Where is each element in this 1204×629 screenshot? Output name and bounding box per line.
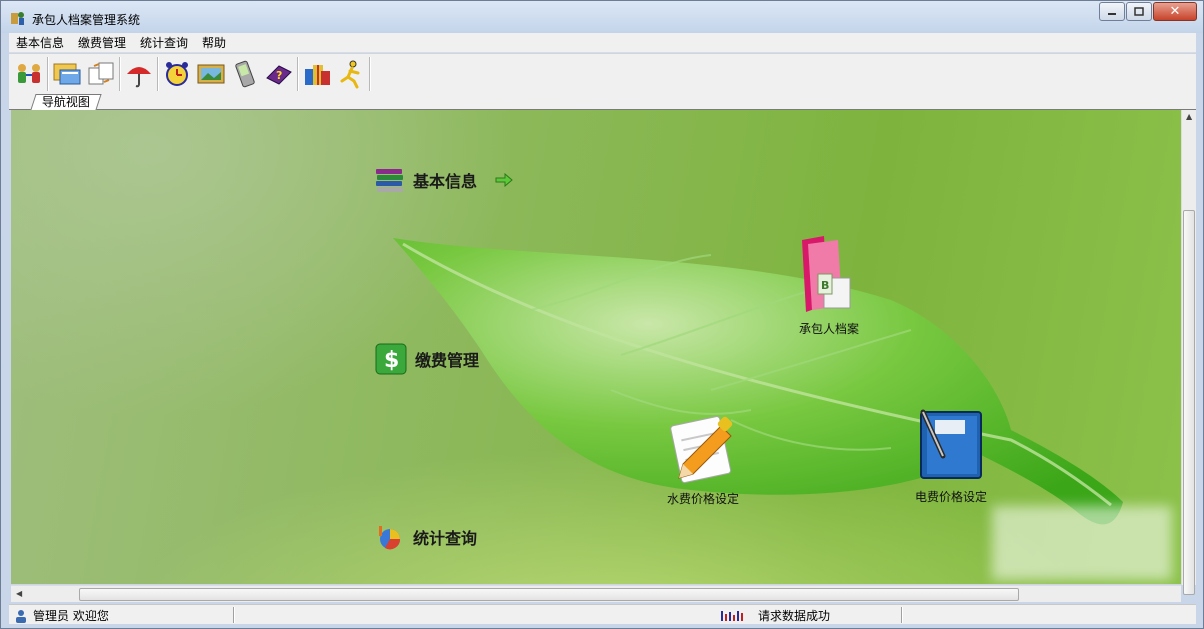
svg-text:B: B (821, 279, 829, 292)
nav-card-contractor-files[interactable]: B 承包人档案 (794, 234, 864, 337)
nav-section-basic-info[interactable]: 基本信息 (375, 166, 515, 194)
vertical-scroll-thumb[interactable] (1183, 210, 1195, 595)
maximize-button[interactable] (1126, 2, 1152, 21)
handheld-device-icon (235, 60, 255, 88)
title-bar[interactable]: 承包人档案管理系统 ✕ (1, 1, 1203, 33)
gift-boxes-icon (305, 65, 330, 85)
toolbar-separator (297, 57, 299, 91)
glare-overlay (992, 506, 1172, 580)
status-message-text: 请求数据成功 (758, 609, 831, 623)
toolbar-separator (157, 57, 159, 91)
user-icon (16, 609, 26, 623)
app-icon (11, 12, 24, 25)
toolbar-device-button[interactable] (228, 56, 262, 92)
window-controls: ✕ (1098, 2, 1197, 22)
dollar-icon: $ (375, 343, 407, 375)
nav-section-payment[interactable]: $ 缴费管理 (375, 343, 479, 375)
toolbar-documents-button[interactable] (84, 56, 118, 92)
documents-exchange-icon (88, 62, 114, 85)
toolbar-separator (369, 57, 371, 91)
toolbar-separator (47, 57, 49, 91)
navigation-view: 基本信息 $ 缴费管理 统计查询 B 承包人档案 水费价格设定 电费价格设定 (11, 110, 1181, 584)
toolbar-picture-button[interactable] (194, 56, 228, 92)
runner-icon (340, 60, 360, 89)
svg-text:?: ? (276, 69, 282, 82)
app-window: 承包人档案管理系统 ✕ 基本信息 缴费管理 统计查询 帮助 ? 导航视图 基本信… (0, 0, 1204, 629)
maximize-icon (1134, 7, 1144, 16)
status-message: 请求数据成功 (720, 607, 830, 624)
status-user-text: 管理员 欢迎您 (33, 609, 109, 623)
folder-window-icon (53, 63, 81, 85)
toolbar-gift-button[interactable] (300, 56, 334, 92)
toolbar-folder-button[interactable] (50, 56, 84, 92)
umbrella-icon (127, 67, 151, 88)
notebook-pen-icon (920, 409, 982, 479)
minimize-button[interactable] (1099, 2, 1125, 21)
toolbar-runner-button[interactable] (334, 56, 368, 92)
nav-card-electric-price[interactable]: 电费价格设定 (913, 406, 989, 505)
svg-text:$: $ (384, 348, 399, 373)
close-icon: ✕ (1169, 4, 1181, 19)
menu-statistics[interactable]: 统计查询 (133, 33, 195, 53)
folder-cards-icon: B (802, 236, 851, 312)
help-book-icon: ? (266, 65, 292, 85)
status-bar: 管理员 欢迎您 请求数据成功 (9, 604, 1196, 624)
scroll-left-icon[interactable]: ◀ (16, 589, 22, 598)
window-title: 承包人档案管理系统 (32, 13, 141, 27)
toolbar-users-button[interactable] (12, 56, 46, 92)
scroll-up-icon[interactable]: ▲ (1186, 112, 1192, 121)
data-bars-icon (721, 610, 743, 621)
nav-section-payment-label: 缴费管理 (415, 351, 480, 370)
status-separator (901, 607, 903, 623)
green-arrow-right-icon (495, 173, 513, 187)
toolbar-clock-button[interactable] (160, 56, 194, 92)
users-transfer-icon (18, 64, 40, 83)
nav-section-statistics-label: 统计查询 (413, 529, 478, 548)
nav-card-contractor-files-label: 承包人档案 (798, 322, 859, 336)
toolbar-umbrella-button[interactable] (122, 56, 156, 92)
nav-section-basic-info-label: 基本信息 (413, 172, 478, 191)
nav-card-water-price[interactable]: 水费价格设定 (663, 408, 743, 507)
horizontal-scroll-thumb[interactable] (79, 588, 1019, 601)
vertical-scrollbar[interactable]: ▲ (1181, 110, 1196, 595)
horizontal-scrollbar[interactable]: ◀ (11, 585, 1181, 602)
toolbar-help-button[interactable]: ? (262, 56, 296, 92)
close-button[interactable]: ✕ (1153, 2, 1197, 21)
status-separator (233, 607, 235, 623)
books-stack-icon (376, 169, 403, 192)
status-user: 管理员 欢迎您 (13, 607, 109, 624)
nav-card-water-price-label: 水费价格设定 (666, 492, 739, 506)
menu-payment[interactable]: 缴费管理 (71, 33, 133, 53)
tab-navigation-view-label: 导航视图 (41, 95, 90, 109)
menu-bar: 基本信息 缴费管理 统计查询 帮助 (9, 33, 1196, 53)
toolbar: ? (9, 54, 1196, 94)
tab-strip: 导航视图 (9, 94, 1196, 110)
tab-navigation-view[interactable]: 导航视图 (30, 94, 102, 110)
alarm-clock-icon (166, 62, 188, 86)
landscape-picture-icon (197, 64, 225, 84)
nav-section-statistics[interactable]: 统计查询 (375, 523, 477, 551)
toolbar-separator (119, 57, 121, 91)
nav-card-electric-price-label: 电费价格设定 (914, 490, 987, 504)
menu-basic-info[interactable]: 基本信息 (9, 33, 71, 53)
pie-chart-icon (379, 526, 401, 550)
minimize-icon (1108, 12, 1116, 15)
paper-pencil-icon (670, 416, 733, 484)
menu-help[interactable]: 帮助 (195, 33, 233, 53)
